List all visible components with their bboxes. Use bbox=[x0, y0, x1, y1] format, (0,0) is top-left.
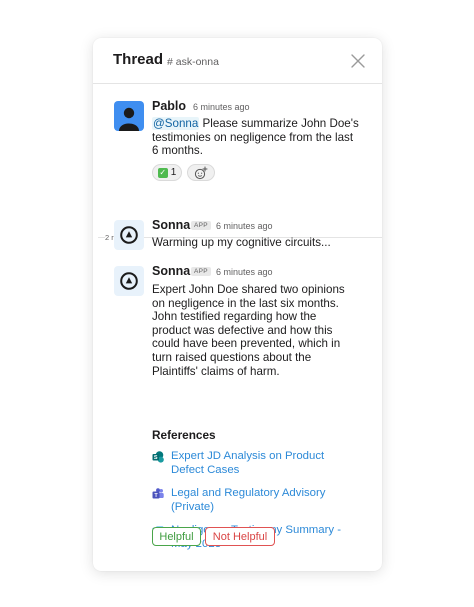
bot-avatar[interactable] bbox=[114, 266, 144, 296]
person-icon bbox=[119, 107, 139, 131]
check-mark-icon: ✓ bbox=[157, 167, 168, 178]
references-heading: References bbox=[152, 428, 216, 442]
reference-title: Expert JD Analysis on Product Defect Cas… bbox=[171, 450, 325, 476]
thread-title: Thread bbox=[113, 51, 164, 68]
reply-timestamp: 6 minutes ago bbox=[216, 221, 273, 231]
mention-link[interactable]: @Sonna bbox=[152, 117, 200, 130]
thread-header: Thread # ask-onna bbox=[93, 38, 382, 84]
reply-author[interactable]: Sonna bbox=[152, 218, 190, 232]
teams-icon: T bbox=[152, 488, 164, 499]
sonna-logo-icon bbox=[120, 272, 138, 290]
reply-text: Expert John Doe shared two opinions on n… bbox=[152, 283, 345, 378]
message-timestamp: 6 minutes ago bbox=[193, 102, 250, 112]
sharepoint-icon: S bbox=[152, 451, 164, 463]
reply-text: Warming up my cognitive circuits... bbox=[152, 236, 331, 249]
close-icon[interactable] bbox=[349, 52, 367, 70]
message-author[interactable]: Pablo bbox=[152, 99, 186, 113]
bot-avatar[interactable] bbox=[114, 220, 144, 250]
add-reaction-button[interactable] bbox=[187, 164, 215, 181]
app-badge: APP bbox=[191, 267, 211, 276]
reaction-checkmark[interactable]: ✓ 1 bbox=[152, 164, 182, 181]
sonna-logo-icon bbox=[120, 226, 138, 244]
add-reaction-icon bbox=[194, 166, 208, 179]
reply-author[interactable]: Sonna bbox=[152, 264, 190, 278]
not-helpful-button[interactable]: Not Helpful bbox=[205, 527, 275, 546]
helpful-button[interactable]: Helpful bbox=[152, 527, 201, 546]
reference-title: Legal and Regulatory Advisory (Private) bbox=[171, 487, 326, 513]
channel-name[interactable]: # ask-onna bbox=[167, 56, 219, 68]
reply-timestamp: 6 minutes ago bbox=[216, 267, 273, 277]
svg-text:S: S bbox=[154, 455, 158, 461]
user-avatar[interactable] bbox=[114, 101, 144, 131]
thread-panel: Thread # ask-onna Pablo 6 minutes ago @S… bbox=[93, 38, 382, 571]
app-badge: APP bbox=[191, 221, 211, 230]
message-text: @Sonna Please summarize John Doe's testi… bbox=[152, 117, 359, 158]
reaction-count: 1 bbox=[170, 167, 177, 178]
